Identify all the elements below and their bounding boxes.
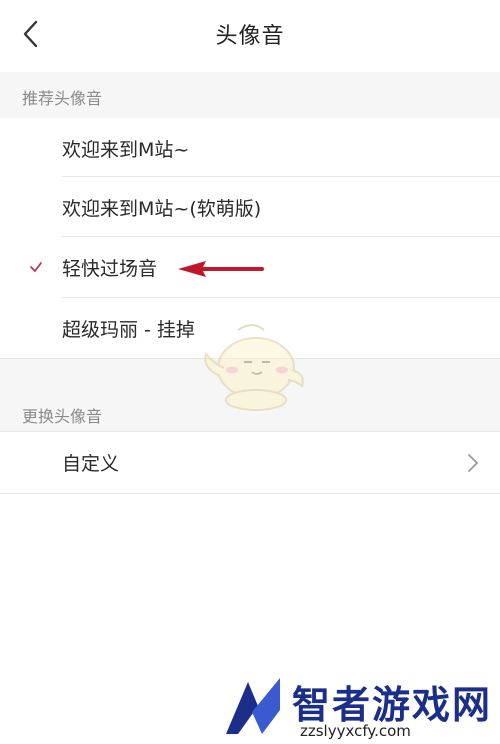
page-title: 头像音 [215, 24, 285, 49]
list-item-label: 轻快过场音 [62, 258, 158, 280]
list-item-label: 欢迎来到M站~ [62, 139, 190, 161]
chevron-right-icon [468, 454, 478, 472]
site-url: zzslyyxcfy.com [300, 722, 411, 740]
list-item[interactable]: 欢迎来到M站~(软萌版) [0, 177, 500, 238]
site-logo-icon [226, 678, 280, 734]
check-icon [30, 262, 42, 272]
section-label: 推荐头像音 [22, 89, 103, 108]
divider [0, 493, 500, 494]
site-name: 智者游戏网 [292, 683, 493, 727]
section-label: 更换头像音 [22, 407, 103, 426]
list-item-custom[interactable]: 自定义 [0, 432, 500, 493]
site-watermark: 智者游戏网 zzslyyxcfy.com [218, 672, 500, 744]
list-item-label: 超级玛丽 - 挂掉 [62, 319, 195, 341]
section-header-recommended: 推荐头像音 [0, 72, 500, 118]
annotation-arrow-icon [178, 261, 264, 277]
list-item-label: 欢迎来到M站~(软萌版) [62, 198, 262, 220]
mascot-watermark-icon [204, 324, 304, 411]
list-item-label: 自定义 [62, 453, 120, 475]
list-item[interactable]: 欢迎来到M站~ [0, 118, 500, 179]
top-bar: 头像音 [0, 0, 500, 68]
